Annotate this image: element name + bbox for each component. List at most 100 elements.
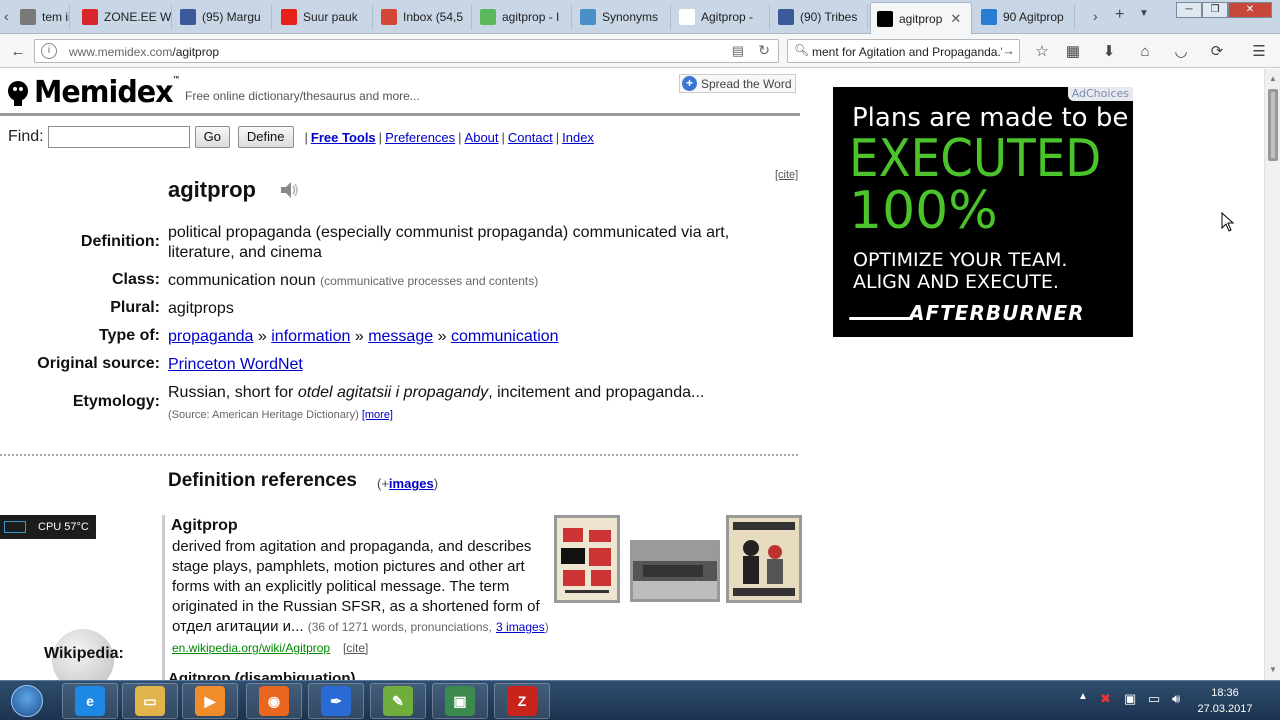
taskbar-clock[interactable]: 18:36 27.03.2017 — [1195, 685, 1255, 717]
reload-icon[interactable]: ↻ — [758, 42, 770, 59]
site-info-icon[interactable]: i — [41, 43, 57, 59]
ad-line-3: 100% — [849, 181, 998, 241]
etymology-source: (Source: American Heritage Dictionary) [… — [168, 409, 393, 421]
menu-icon[interactable]: ☰ — [1248, 40, 1270, 62]
propaganda-link[interactable]: propaganda — [168, 328, 253, 345]
media-player-taskbar-button[interactable]: ▶ — [182, 683, 238, 719]
minimize-icon[interactable]: ─ — [1176, 2, 1202, 18]
adchoices-badge[interactable]: AdChoices — [1067, 87, 1133, 101]
tray-app-icon[interactable]: ▣ — [1124, 691, 1136, 707]
find-input[interactable] — [47, 126, 190, 148]
bookmark-star-icon[interactable]: ☆ — [1031, 40, 1053, 62]
definition-text: political propaganda (especially communi… — [168, 224, 730, 261]
zone-icon — [82, 9, 98, 25]
pen-app-taskbar-button[interactable]: ✒ — [308, 683, 364, 719]
reader-view-icon[interactable]: ▤ — [732, 43, 744, 59]
monitor-app-taskbar-button[interactable]: ▣ — [432, 683, 488, 719]
princeton-wordnet-link[interactable]: Princeton WordNet — [168, 356, 303, 373]
information-link[interactable]: information — [271, 328, 350, 345]
poster-thumbnail-3[interactable] — [726, 515, 802, 603]
link-separator: | — [555, 129, 560, 145]
tab-scroll-left-icon[interactable]: ‹ — [4, 8, 9, 24]
tab-list-icon[interactable]: ▼ — [1139, 8, 1149, 19]
tab-scroll-right-icon[interactable]: › — [1093, 8, 1098, 24]
restore-icon[interactable]: ❐ — [1202, 2, 1228, 18]
tray-expand-icon[interactable]: ▲ — [1078, 691, 1088, 702]
firefox-taskbar-button[interactable]: ◉ — [246, 683, 302, 719]
tab-label: agitprop - I — [502, 10, 560, 24]
pocket-icon[interactable]: ◡ — [1170, 40, 1192, 62]
wikipedia-url-link[interactable]: en.wikipedia.org/wiki/Agitprop — [172, 641, 330, 655]
more-link[interactable]: [more] — [362, 409, 393, 421]
define-button[interactable]: Define — [237, 126, 294, 148]
gmail-icon — [381, 9, 397, 25]
new-tab-icon[interactable]: + — [1115, 6, 1124, 24]
find-bar: Find: Go Define | Free Tools | Preferenc… — [8, 125, 594, 149]
power-icon[interactable]: ▭ — [1148, 691, 1160, 707]
window-close-icon[interactable]: ✕ — [1228, 2, 1272, 18]
communication-link[interactable]: communication — [451, 328, 559, 345]
explorer-taskbar-button[interactable]: ▭ — [122, 683, 178, 719]
notepad-chart-taskbar-button[interactable]: ✎ — [370, 683, 426, 719]
browser-tab[interactable]: ZONE.EE W — [76, 4, 172, 30]
browser-tab[interactable]: Inbox (54,5 — [375, 4, 472, 30]
reference-cite-link[interactable]: [cite] — [343, 641, 368, 655]
poster-thumbnail-1[interactable] — [554, 515, 620, 603]
browser-tab[interactable]: Agitprop - — [673, 4, 770, 30]
browser-tab[interactable]: agitprop - I — [474, 4, 572, 30]
contact-link[interactable]: Contact — [508, 130, 553, 145]
afterburner-swoosh-icon — [849, 317, 913, 320]
headword: agitprop — [168, 177, 256, 202]
source-value: Princeton WordNet — [168, 355, 768, 375]
browser-tab[interactable]: agitprop ✕ — [870, 2, 972, 34]
preferences-link[interactable]: Preferences — [385, 130, 455, 145]
memidex-logo[interactable]: Memidex™ — [6, 75, 187, 110]
browser-tab[interactable]: tem info — [14, 4, 70, 30]
spread-the-word-button[interactable]: + Spread the Word — [679, 74, 796, 93]
start-button[interactable] — [4, 682, 50, 720]
search-input[interactable]: ment for Agitation and Propaganda." — [812, 45, 1002, 59]
browser-tab[interactable]: Suur pauk — [275, 4, 373, 30]
about-link[interactable]: About — [465, 130, 499, 145]
search-box[interactable]: 🔍︎ ment for Agitation and Propaganda." → — [787, 39, 1020, 63]
network-warning-icon[interactable]: ✖ — [1100, 691, 1111, 707]
browser-tab[interactable]: 90 Agitprop — [975, 4, 1075, 30]
message-link[interactable]: message — [368, 328, 433, 345]
three-images-link[interactable]: 3 images — [496, 620, 545, 634]
free-tools-link[interactable]: Free Tools — [311, 130, 376, 145]
tab-close-icon[interactable]: ✕ — [950, 11, 961, 27]
index-link[interactable]: Index — [562, 130, 594, 145]
home-icon[interactable]: ⌂ — [1134, 40, 1156, 62]
bookmarks-library-icon[interactable]: ▦ — [1062, 40, 1084, 62]
cite-link[interactable]: [cite] — [775, 169, 798, 181]
scroll-down-icon[interactable]: ▼ — [1265, 662, 1280, 678]
back-icon[interactable]: ← — [6, 39, 30, 63]
browser-tab[interactable]: Synonyms — [574, 4, 671, 30]
scroll-up-icon[interactable]: ▲ — [1265, 71, 1280, 87]
filezilla-taskbar-button[interactable]: Z — [494, 683, 550, 719]
go-button[interactable]: Go — [194, 126, 230, 148]
page-scrollbar[interactable]: ▲ ▼ — [1264, 69, 1280, 680]
download-icon[interactable]: ⬇ — [1098, 40, 1120, 62]
tab-label: agitprop — [899, 11, 943, 26]
notepad-chart-icon: ✎ — [383, 686, 413, 716]
link-separator: | — [304, 129, 308, 145]
browser-tab[interactable]: (90) Tribes — [772, 4, 868, 30]
afterburner-advertisement[interactable]: AdChoices Plans are made to be EXECUTED … — [833, 87, 1133, 337]
section-divider — [0, 454, 798, 456]
volume-icon[interactable]: 🔊︎ — [1172, 691, 1180, 707]
reference-snippet: derived from agitation and propaganda, a… — [172, 538, 549, 635]
photo-thumbnail-2[interactable] — [630, 540, 720, 602]
scroll-thumb[interactable] — [1268, 89, 1278, 161]
web-page: Memidex™ Free online dictionary/thesauru… — [0, 69, 1264, 680]
images-link[interactable]: images — [389, 476, 434, 491]
filezilla-icon: Z — [507, 686, 537, 716]
search-go-icon[interactable]: → — [1002, 43, 1015, 58]
address-bar[interactable]: i www.memidex.com/agitprop ▤ ↻ — [34, 39, 779, 63]
reference-item: Agitprop derived from agitation and prop… — [162, 515, 802, 680]
speaker-icon[interactable] — [278, 179, 300, 201]
sync-icon[interactable]: ⟳ — [1206, 40, 1228, 62]
ie-taskbar-button[interactable]: e — [62, 683, 118, 719]
figure-poster-icon — [729, 518, 799, 600]
browser-tab[interactable]: (95) Margu — [174, 4, 272, 30]
